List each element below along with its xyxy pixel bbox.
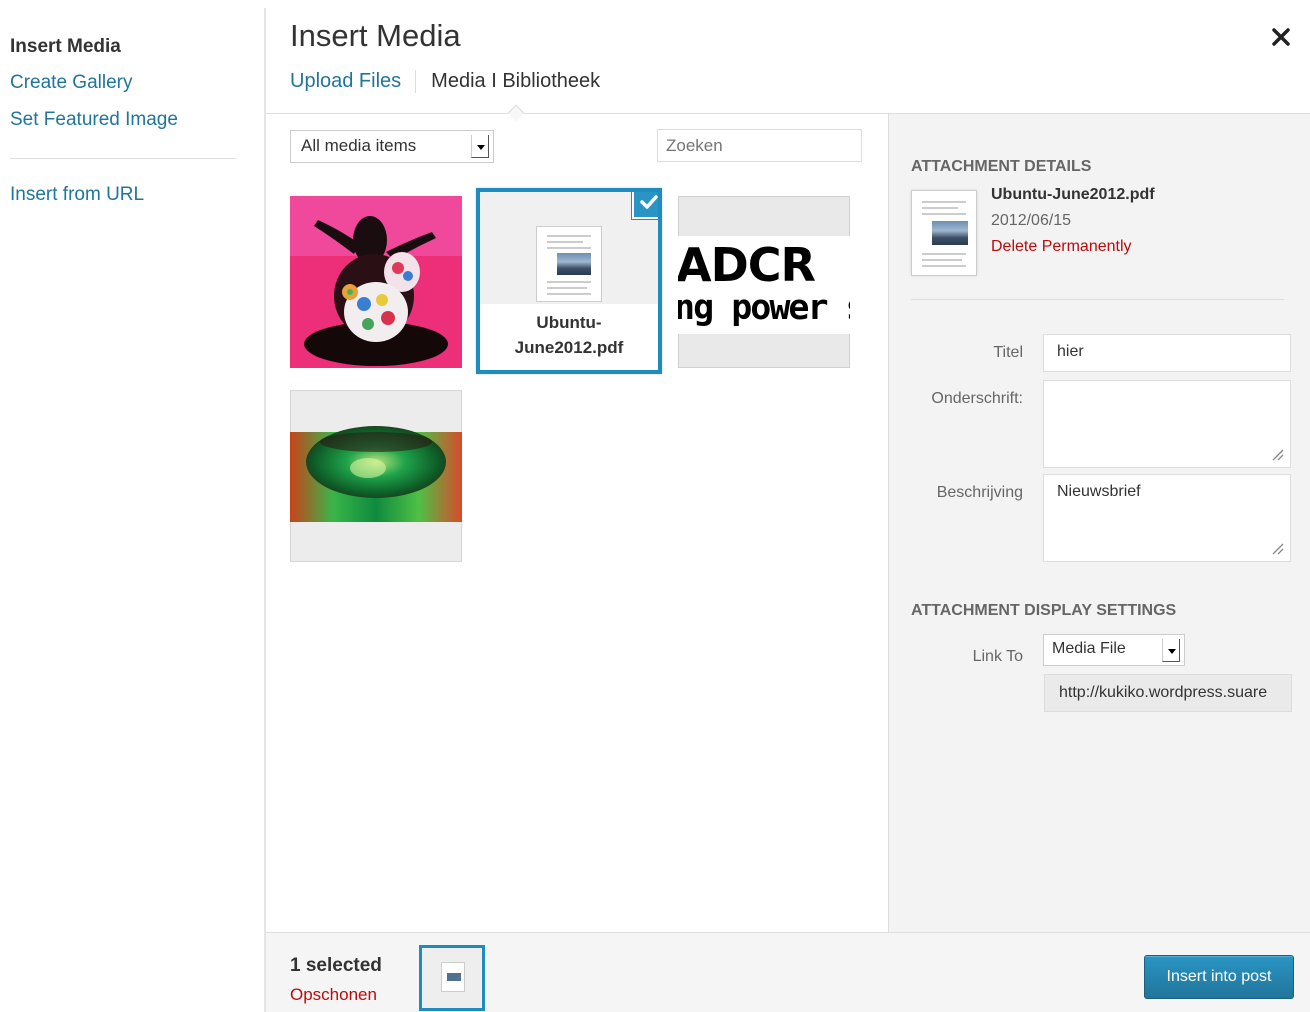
document-icon xyxy=(441,962,465,992)
logo-text-line-2: ng power sol xyxy=(678,288,850,328)
attachment-thumbnail-selected[interactable]: Ubuntu- June2012.pdf xyxy=(476,188,662,374)
display-settings-heading: ATTACHMENT DISPLAY SETTINGS xyxy=(911,602,1177,619)
attachment-filename: Ubuntu-June2012.pdf xyxy=(991,186,1155,203)
logo-image: ADCR ng power sol xyxy=(678,236,850,334)
document-icon xyxy=(911,190,977,276)
media-toolbar: 1 selected Opschonen Insert into post xyxy=(266,932,1310,1012)
link-to-select[interactable]: Media File xyxy=(1043,634,1185,666)
attachment-thumbnail[interactable] xyxy=(290,196,462,368)
search-input[interactable] xyxy=(657,129,862,162)
media-menu: Insert Media Create Gallery Set Featured… xyxy=(0,0,262,1012)
close-icon[interactable] xyxy=(1268,24,1294,50)
link-url-field[interactable]: http://kukiko.wordpress.suare xyxy=(1044,674,1292,712)
media-frame: Insert Media Upload Files Media I Biblio… xyxy=(264,8,1310,1012)
media-filter-value: All media items xyxy=(301,136,417,155)
title-field[interactable]: hier xyxy=(1043,334,1291,372)
filename-line-2: June2012.pdf xyxy=(514,338,624,357)
chevron-down-icon xyxy=(1162,639,1180,662)
attachment-thumbnail[interactable]: ADCR ng power sol xyxy=(678,196,850,368)
chevron-down-icon xyxy=(471,135,489,158)
logo-text-line-1: ADCR xyxy=(678,238,816,292)
resize-handle-icon[interactable] xyxy=(1270,447,1284,461)
menu-item-insert-media[interactable]: Insert Media xyxy=(10,36,121,58)
green-glass-image xyxy=(290,426,462,522)
description-label: Beschrijving xyxy=(936,484,1023,501)
attachment-date: 2012/06/15 xyxy=(991,212,1072,229)
caption-field[interactable] xyxy=(1043,380,1291,468)
tab-upload-files[interactable]: Upload Files xyxy=(290,70,417,93)
insert-into-post-button[interactable]: Insert into post xyxy=(1144,955,1294,999)
resize-handle-icon[interactable] xyxy=(1270,541,1284,555)
link-to-label: Link To xyxy=(972,648,1023,665)
delete-permanently-link[interactable]: Delete Permanently xyxy=(991,238,1132,256)
description-value: Nieuwsbrief xyxy=(1057,483,1141,500)
menu-item-create-gallery[interactable]: Create Gallery xyxy=(10,72,133,94)
document-icon xyxy=(536,226,602,302)
filename-line-1: Ubuntu- xyxy=(536,313,602,332)
menu-item-insert-from-url[interactable]: Insert from URL xyxy=(10,184,144,206)
attachment-filename: Ubuntu- June2012.pdf xyxy=(480,304,658,370)
frame-title: Insert Media xyxy=(290,18,461,53)
menu-separator xyxy=(10,158,236,159)
figurine-image xyxy=(290,196,462,368)
selection-count: 1 selected xyxy=(290,955,382,976)
link-to-value: Media File xyxy=(1052,640,1126,657)
selection-thumbnail[interactable] xyxy=(419,945,485,1011)
frame-router: Upload Files Media I Bibliotheek xyxy=(290,70,614,93)
description-field[interactable]: Nieuwsbrief xyxy=(1043,474,1291,562)
clear-selection-link[interactable]: Opschonen xyxy=(290,985,377,1005)
attachments-browser: All media items Zoeken Ubuntu- June2012.… xyxy=(266,114,886,932)
media-filter-select[interactable]: All media items xyxy=(290,130,494,163)
attachment-details-heading: ATTACHMENT DETAILS xyxy=(911,158,1092,175)
checkmark-icon[interactable] xyxy=(632,192,658,219)
attachment-thumbnail[interactable] xyxy=(290,390,462,562)
title-label: Titel xyxy=(993,344,1023,361)
menu-item-set-featured-image[interactable]: Set Featured Image xyxy=(10,109,178,131)
attachment-details-sidebar: ATTACHMENT DETAILS Ubuntu-June2012.pdf 2… xyxy=(888,114,1310,932)
caption-label: Onderschrift: xyxy=(931,390,1023,407)
tab-media-library[interactable]: Media I Bibliotheek xyxy=(416,70,614,93)
details-separator xyxy=(911,299,1284,300)
